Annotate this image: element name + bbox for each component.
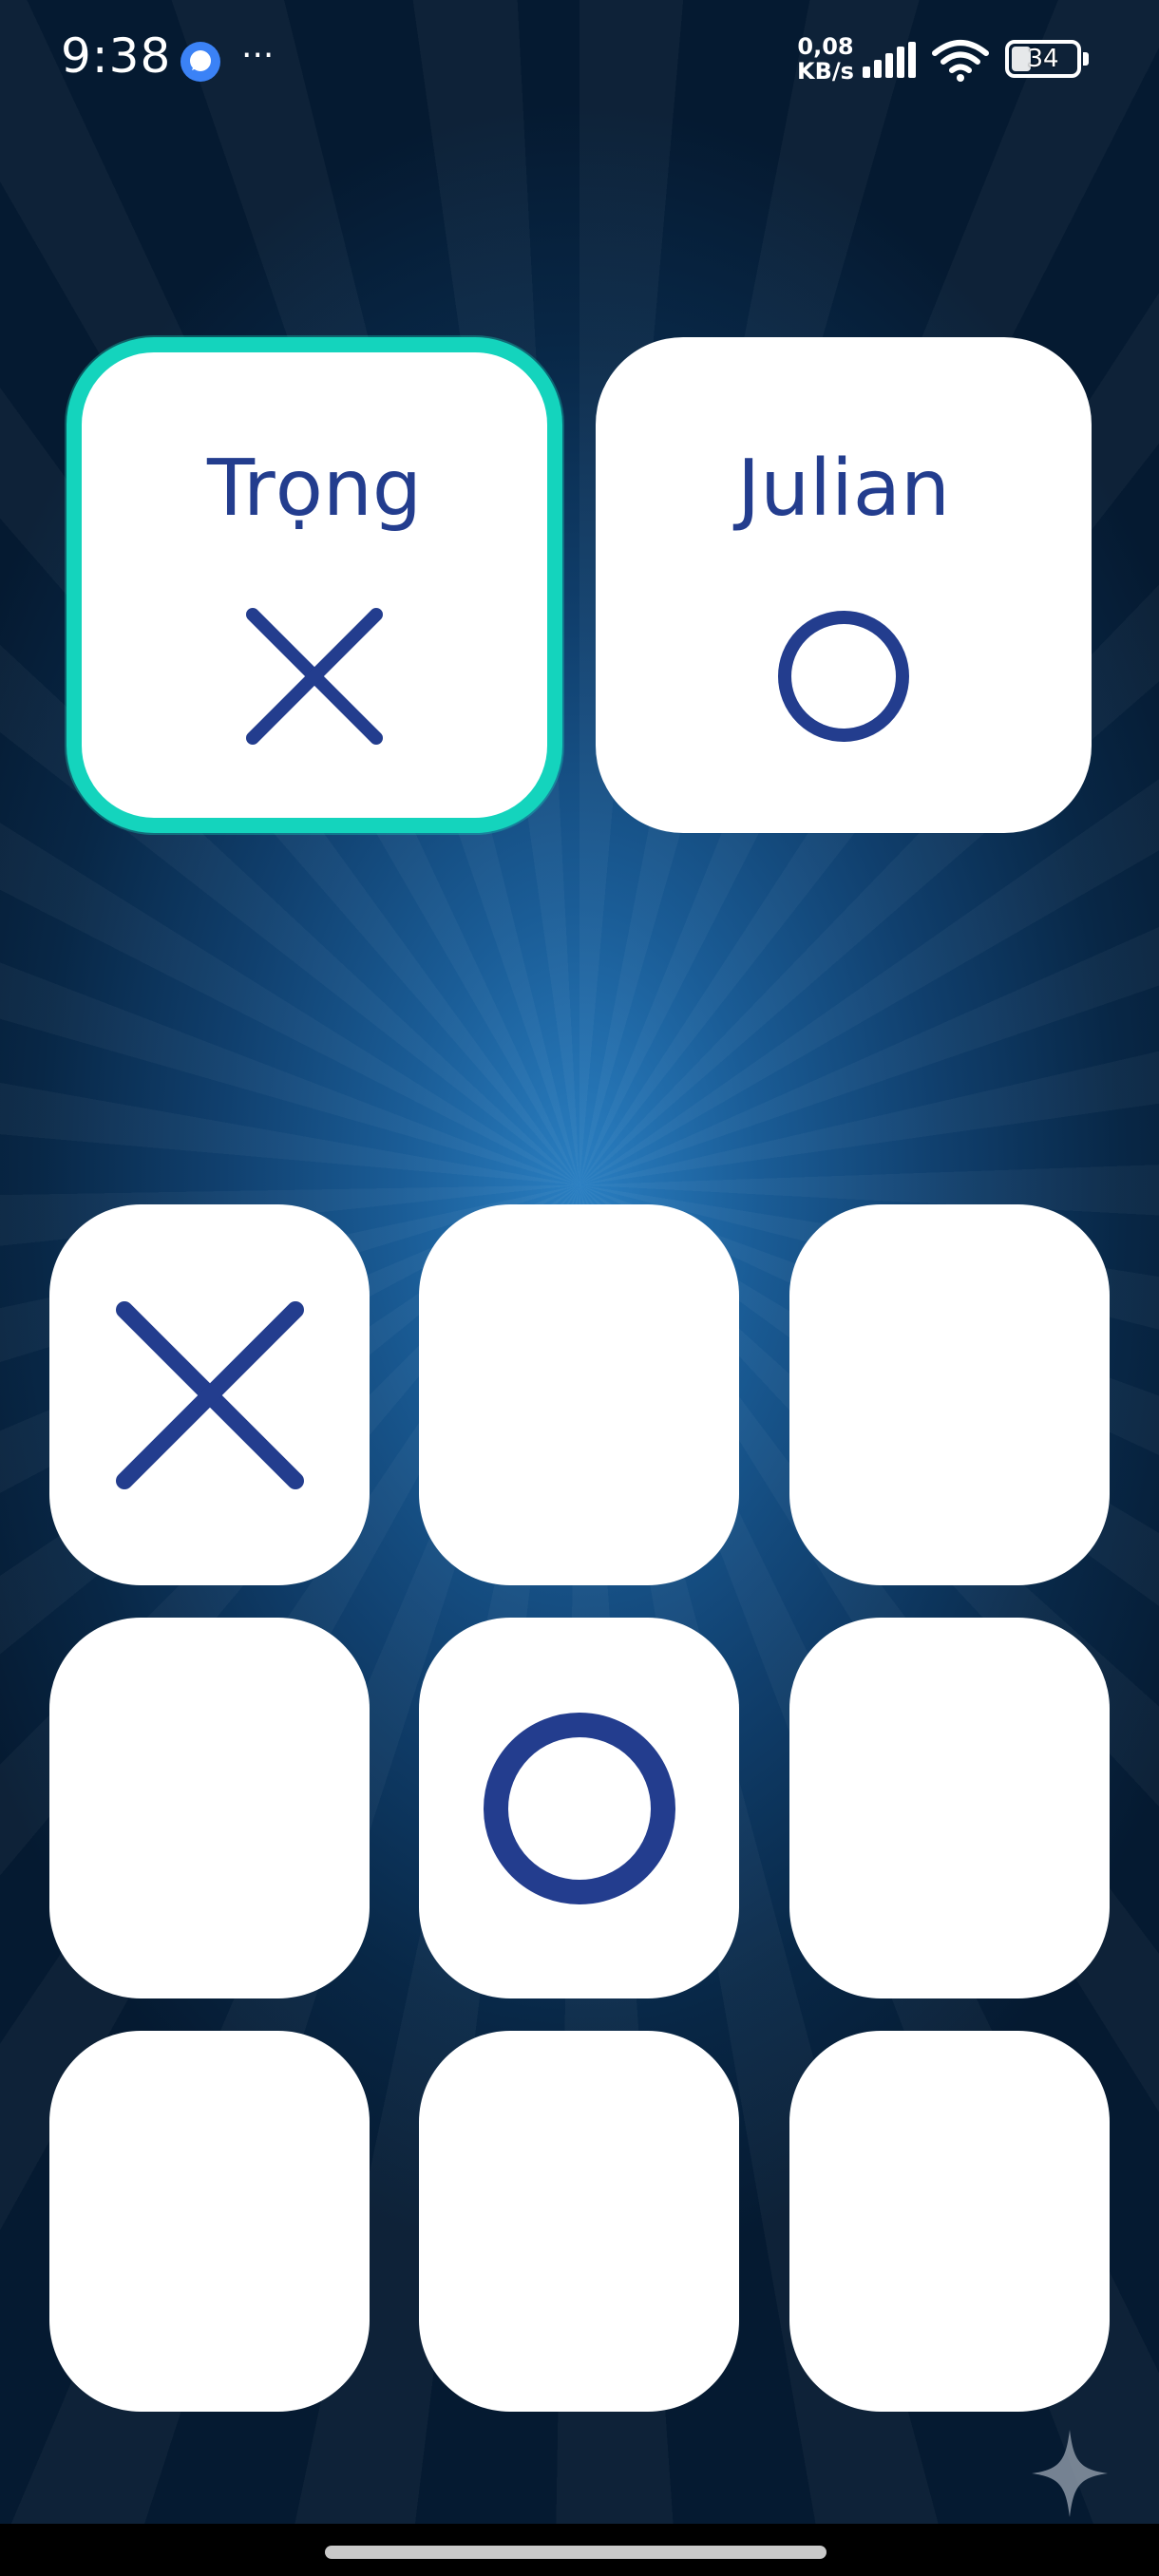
board-cell-6[interactable] (789, 1618, 1110, 1998)
board-cell-1[interactable] (49, 1204, 370, 1585)
board-cell-8[interactable] (419, 2031, 739, 2412)
board-cell-3[interactable] (789, 1204, 1110, 1585)
sparkle-icon[interactable] (1030, 2428, 1110, 2519)
board-cell-4[interactable] (49, 1618, 370, 1998)
home-indicator (0, 2524, 1159, 2576)
o-mark-icon (483, 1712, 675, 1904)
board-cell-7[interactable] (49, 2031, 370, 2412)
board-cell-2[interactable] (419, 1204, 739, 1585)
board-cell-5[interactable] (419, 1618, 739, 1998)
home-bar[interactable] (325, 2546, 826, 2559)
game-board (0, 0, 1159, 2576)
x-mark-icon (115, 1300, 304, 1489)
board-cell-9[interactable] (789, 2031, 1110, 2412)
